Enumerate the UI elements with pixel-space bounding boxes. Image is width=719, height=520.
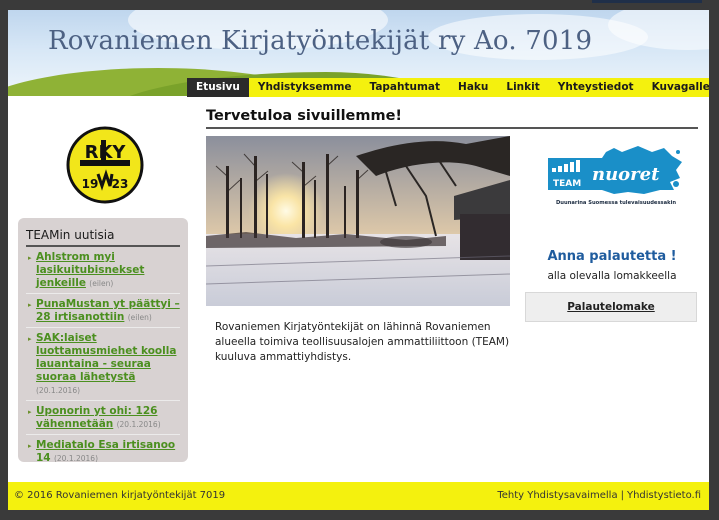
logo-year-left: 19 <box>82 177 99 191</box>
news-panel: TEAMin uutisia ▸ Ahlstrom myi lasikuitub… <box>18 218 188 462</box>
team-logo-team: TEAM <box>553 179 581 189</box>
nav-haku[interactable]: Haku <box>449 78 497 97</box>
footer-made-with-link[interactable]: Tehty Yhdistysavaimella <box>497 490 617 501</box>
news-item: ▸ Uponorin yt ohi: 126 vähennetään (20.1… <box>26 401 180 435</box>
team-logo-nuoret: nuoret <box>592 164 660 185</box>
team-logo-slogan: Duunarina Suomessa tulevaisuudessakin <box>556 200 676 206</box>
nav-yhdistyksemme[interactable]: Yhdistyksemme <box>249 78 361 97</box>
news-date: (20.1.2016) <box>36 386 81 395</box>
winter-sunset-photo <box>206 136 510 306</box>
news-item: ▸ Ahlstrom myi lasikuitubisnekset jenkei… <box>26 247 180 294</box>
feedback-title: Anna palautetta ! <box>547 249 677 264</box>
news-item: ▸ PunaMustan yt päättyi – 28 irtisanotti… <box>26 294 180 328</box>
nav-tapahtumat[interactable]: Tapahtumat <box>361 78 450 97</box>
news-item: ▸ SAK:laiset luottamusmiehet koolla laua… <box>26 328 180 401</box>
footer-copyright: © 2016 Rovaniemen kirjatyöntekijät 7019 <box>14 490 226 501</box>
nav-kuvagalleria[interactable]: Kuvagalleria <box>643 78 709 97</box>
news-title: TEAMin uutisia <box>26 228 180 247</box>
nav-yhteystiedot[interactable]: Yhteystiedot <box>549 78 643 97</box>
bullet-icon: ▸ <box>28 442 32 450</box>
top-accent-bar <box>592 0 702 3</box>
footer-site-link[interactable]: Yhdistystieto.fi <box>627 490 701 501</box>
footer-separator: | <box>620 490 624 501</box>
news-date: (eilen) <box>127 313 152 322</box>
nav-linkit[interactable]: Linkit <box>497 78 548 97</box>
bullet-icon: ▸ <box>28 254 32 262</box>
news-item: ▸ Mediatalo Esa irtisanoo 14 (20.1.2016) <box>26 435 180 462</box>
footer: © 2016 Rovaniemen kirjatyöntekijät 7019 … <box>8 482 709 510</box>
news-link[interactable]: SAK:laiset luottamusmiehet koolla lauant… <box>36 332 176 383</box>
nav-etusivu[interactable]: Etusivu <box>187 78 249 97</box>
feedback-form-button[interactable]: Palautelomake <box>525 292 697 322</box>
bullet-icon: ▸ <box>28 408 32 416</box>
news-list: ▸ Ahlstrom myi lasikuitubisnekset jenkei… <box>18 247 188 462</box>
welcome-heading: Tervetuloa sivuillemme! <box>206 108 698 129</box>
news-date: (20.1.2016) <box>116 420 161 429</box>
footer-credits: Tehty Yhdistysavaimella | Yhdistystieto.fi <box>497 490 701 501</box>
team-nuoret-logo[interactable]: TEAM nuoret Duunarina Suomessa tulevaisu… <box>548 144 684 210</box>
site-title: Rovaniemen Kirjatyöntekijät ry Ao. 7019 <box>48 26 593 56</box>
logo-year-right: 23 <box>112 177 129 191</box>
main-navigation: Etusivu Yhdistyksemme Tapahtumat Haku Li… <box>187 78 709 97</box>
intro-text: Rovaniemen Kirjatyöntekijät on lähinnä R… <box>215 321 510 363</box>
bullet-icon: ▸ <box>28 301 32 309</box>
site-container: Rovaniemen Kirjatyöntekijät ry Ao. 7019 … <box>8 10 709 510</box>
news-date: (20.1.2016) <box>53 454 98 462</box>
news-link[interactable]: PunaMustan yt päättyi – 28 irtisanottiin <box>36 298 180 323</box>
rky-logo: RKY 19 23 <box>66 126 144 204</box>
news-date: (eilen) <box>89 279 114 288</box>
logo-letters: RKY <box>85 142 127 163</box>
feedback-subtitle: alla olevalla lomakkeella <box>547 270 677 282</box>
bullet-icon: ▸ <box>28 335 32 343</box>
